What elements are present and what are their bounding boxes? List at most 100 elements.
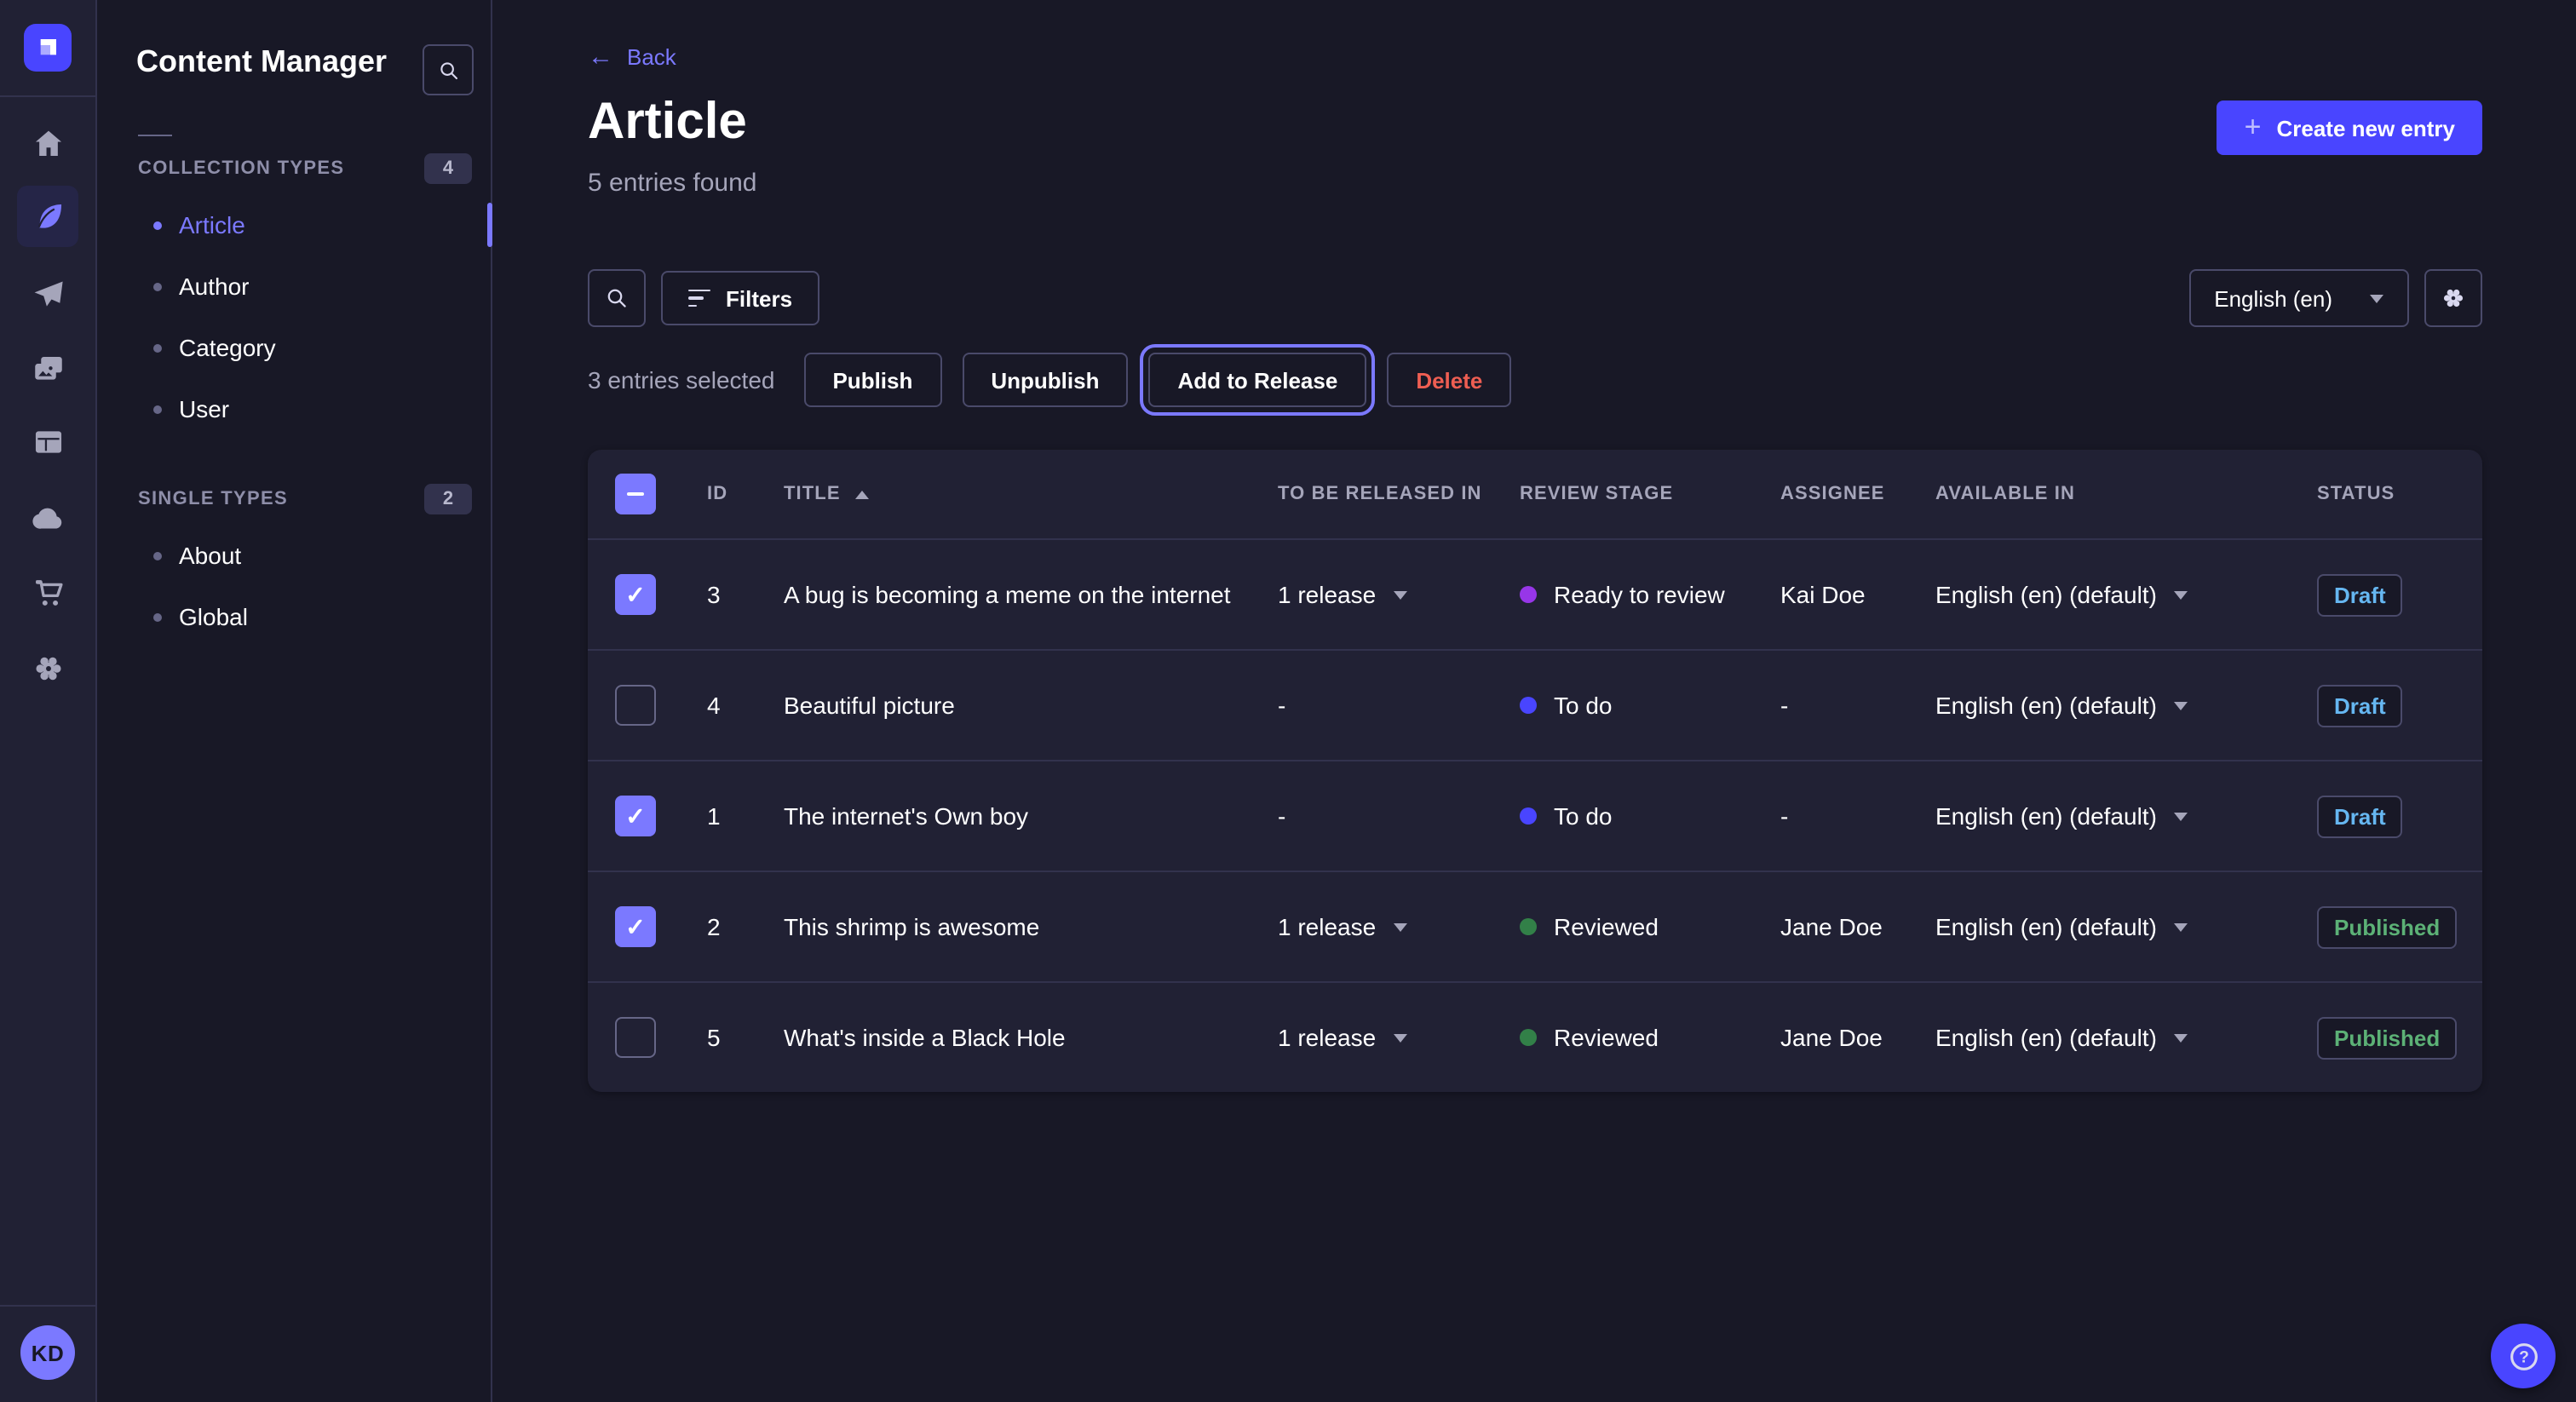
table-row[interactable]: 4Beautiful picture-To do-English (en) (d… [588, 649, 2482, 760]
rail-item-content-type-builder[interactable] [17, 411, 78, 472]
section-header: COLLECTION TYPES4 [95, 153, 491, 184]
sidebar-item-label: Category [179, 334, 276, 361]
chevron-down-icon [2174, 1033, 2188, 1042]
chevron-down-icon [1393, 1033, 1406, 1042]
create-new-entry-button[interactable]: + Create new entry [2217, 101, 2482, 155]
row-checkbox[interactable] [615, 796, 656, 836]
section-items: ArticleAuthor Category User [95, 194, 491, 440]
review-stage-label: To do [1554, 802, 1613, 830]
table-row[interactable]: 1The internet's Own boy-To do-English (e… [588, 760, 2482, 871]
add-to-release-button[interactable]: Add to Release [1148, 353, 1366, 407]
help-button[interactable]: ? [2491, 1324, 2556, 1388]
cell-to-be-released-in: - [1269, 802, 1511, 830]
sidebar-item-user[interactable]: User [95, 378, 491, 440]
cell-status: Draft [2309, 573, 2482, 616]
available-in-value: English (en) (default) [1935, 692, 2157, 719]
sidebar-item-category[interactable]: Category [95, 317, 491, 378]
list-settings-button[interactable] [2424, 269, 2482, 327]
locale-dropdown[interactable]: English (en) (default) [1935, 802, 2188, 830]
main-nav-rail: KD [0, 0, 97, 1402]
section-count-badge: 2 [424, 484, 472, 514]
app-window: KD Content Manager COLLECTION TYPES4Arti… [0, 0, 2576, 1402]
publish-button[interactable]: Publish [803, 353, 941, 407]
status-badge: Published [2317, 1016, 2457, 1059]
column-header-id: ID [683, 484, 765, 504]
page-title: Article [588, 94, 747, 152]
sidebar-item-author[interactable]: Author [95, 256, 491, 317]
main-content: ← Back Article 5 entries found + Create … [491, 0, 2576, 1402]
subnav-divider [138, 135, 172, 136]
cell-review-stage: Reviewed [1511, 1024, 1772, 1051]
locale-dropdown[interactable]: English (en) (default) [1935, 1024, 2188, 1051]
release-dropdown[interactable]: 1 release [1278, 581, 1406, 608]
chevron-down-icon [2174, 701, 2188, 710]
user-avatar[interactable]: KD [20, 1325, 75, 1380]
sidebar-item-label: About [179, 542, 241, 569]
table-row[interactable]: 5What's inside a Black Hole1 releaseRevi… [588, 981, 2482, 1092]
release-dropdown[interactable]: 1 release [1278, 913, 1406, 940]
back-link[interactable]: ← Back [588, 44, 676, 70]
cell-status: Draft [2309, 684, 2482, 727]
search-button[interactable] [588, 269, 646, 327]
selection-count: 3 entries selected [588, 366, 774, 394]
release-dropdown[interactable]: 1 release [1278, 1024, 1406, 1051]
sidebar-item-label: Global [179, 603, 248, 630]
chevron-down-icon [1393, 922, 1406, 931]
locale-dropdown[interactable]: English (en) (default) [1935, 692, 2188, 719]
row-checkbox[interactable] [615, 574, 656, 615]
release-dropdown: - [1278, 692, 1285, 719]
create-new-entry-label: Create new entry [2276, 115, 2455, 141]
strapi-logo[interactable] [24, 24, 72, 72]
table-row[interactable]: 2This shrimp is awesome1 releaseReviewed… [588, 871, 2482, 981]
rail-item-releases[interactable] [17, 264, 78, 325]
cell-available-in: English (en) (default) [1927, 692, 2309, 719]
rail-item-settings[interactable] [17, 637, 78, 698]
review-stage-dot [1520, 807, 1537, 825]
rail-item-content-manager[interactable] [17, 186, 78, 247]
row-checkbox[interactable] [615, 1017, 656, 1058]
media-library-icon [30, 350, 66, 386]
bullet-icon [153, 551, 162, 560]
cell-available-in: English (en) (default) [1927, 913, 2309, 940]
section-header: SINGLE TYPES2 [95, 484, 491, 514]
sidebar-item-article[interactable]: Article [95, 194, 491, 256]
cell-checkbox [588, 574, 683, 615]
row-checkbox[interactable] [615, 906, 656, 947]
cell-to-be-released-in: 1 release [1269, 581, 1511, 608]
column-header-title[interactable]: TITLE [784, 484, 870, 504]
cell-available-in: English (en) (default) [1927, 581, 2309, 608]
review-stage-dot [1520, 918, 1537, 935]
locale-select[interactable]: English (en) [2188, 269, 2409, 327]
subnav-search-button[interactable] [423, 44, 474, 95]
release-value: 1 release [1278, 1024, 1376, 1051]
rail-item-media-library[interactable] [17, 337, 78, 399]
sidebar-item-global[interactable]: Global [95, 586, 491, 647]
svg-text:?: ? [2518, 1348, 2528, 1366]
row-checkbox[interactable] [615, 685, 656, 726]
locale-dropdown[interactable]: English (en) (default) [1935, 913, 2188, 940]
unpublish-button[interactable]: Unpublish [962, 353, 1128, 407]
status-badge: Draft [2317, 573, 2403, 616]
bullet-icon [153, 405, 162, 413]
status-badge: Published [2317, 905, 2457, 948]
sidebar-item-about[interactable]: About [95, 525, 491, 586]
marketplace-icon [30, 573, 66, 609]
rail-item-marketplace[interactable] [17, 560, 78, 622]
locale-dropdown[interactable]: English (en) (default) [1935, 581, 2188, 608]
available-in-value: English (en) (default) [1935, 913, 2157, 940]
back-label: Back [627, 44, 676, 70]
table-row[interactable]: 3A bug is becoming a meme on the interne… [588, 538, 2482, 649]
question-mark-icon: ? [2505, 1338, 2541, 1374]
available-in-value: English (en) (default) [1935, 802, 2157, 830]
select-all-checkbox[interactable] [615, 474, 656, 514]
delete-button[interactable]: Delete [1387, 353, 1511, 407]
table-header-row: ID TITLE TO BE RELEASED IN REVIEW STAGE … [588, 450, 2482, 538]
rail-item-home[interactable] [17, 112, 78, 174]
release-value: 1 release [1278, 581, 1376, 608]
review-stage-label: Ready to review [1554, 581, 1725, 608]
rail-item-deploy[interactable] [17, 487, 78, 549]
filters-button[interactable]: Filters [661, 271, 819, 325]
sidebar-item-label: User [179, 395, 229, 422]
cell-status: Published [2309, 905, 2482, 948]
cell-title: This shrimp is awesome [765, 913, 1269, 940]
